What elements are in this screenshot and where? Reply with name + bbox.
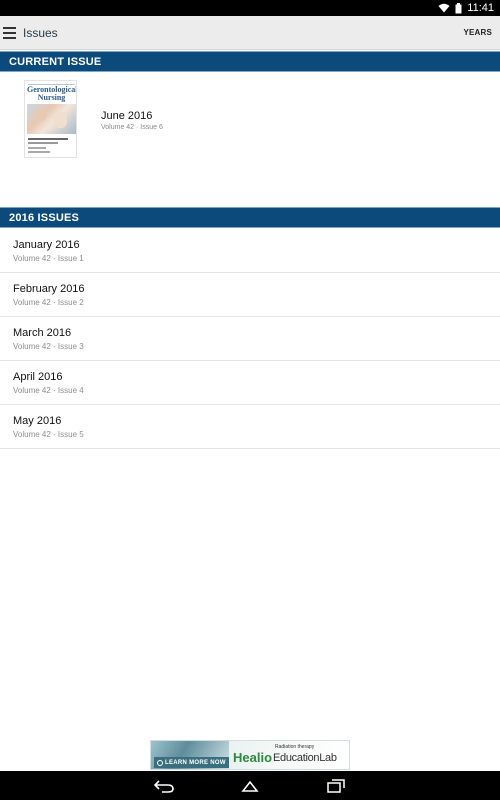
recents-icon[interactable] (323, 777, 349, 795)
issue-meta: Volume 42 · Issue 2 (13, 298, 84, 307)
ad-learn-more-button[interactable]: LEARN MORE NOW (154, 757, 229, 768)
list-item[interactable]: May 2016 Volume 42 · Issue 5 (0, 405, 500, 449)
app-title: Issues (23, 25, 58, 40)
app-bar: Issues YEARS (0, 16, 500, 50)
ad-cta-label: LEARN MORE NOW (165, 759, 226, 766)
issue-title: January 2016 (13, 239, 80, 251)
menu-icon[interactable] (3, 16, 23, 50)
current-issue-card[interactable]: Gerontological Nursing June 2016 Volume … (0, 72, 500, 207)
list-item[interactable]: January 2016 Volume 42 · Issue 1 (0, 229, 500, 273)
years-button[interactable]: YEARS (463, 28, 492, 37)
status-time: 11:41 (467, 2, 494, 14)
issue-meta: Volume 42 · Issue 5 (13, 430, 84, 439)
ad-product: EducationLab (273, 752, 337, 764)
current-issue-title: June 2016 (101, 110, 153, 122)
ad-banner[interactable]: LEARN MORE NOW Healio Radiation therapy … (150, 740, 350, 770)
current-issue-meta: Volume 42 · Issue 6 (101, 124, 163, 131)
current-issue-header: CURRENT ISSUE (0, 51, 500, 72)
issue-list: January 2016 Volume 42 · Issue 1 Februar… (0, 229, 500, 449)
ad-subtitle: Radiation therapy (275, 744, 315, 750)
status-bar: 11:41 (0, 0, 500, 16)
back-icon[interactable] (151, 777, 177, 795)
ad-brand: Healio (233, 750, 273, 765)
issue-title: May 2016 (13, 415, 62, 427)
cover-masthead: Gerontological Nursing (27, 85, 77, 102)
play-icon (157, 759, 163, 766)
home-icon[interactable] (237, 777, 263, 795)
issue-title: April 2016 (13, 371, 63, 383)
issue-title: March 2016 (13, 327, 72, 339)
list-item[interactable]: February 2016 Volume 42 · Issue 2 (0, 273, 500, 317)
year-issues-header: 2016 ISSUES (0, 207, 500, 228)
issue-title: February 2016 (13, 283, 85, 295)
list-item[interactable]: April 2016 Volume 42 · Issue 4 (0, 361, 500, 405)
system-nav-bar (0, 771, 500, 800)
wifi-icon (438, 3, 450, 13)
list-item[interactable]: March 2016 Volume 42 · Issue 3 (0, 317, 500, 361)
issue-meta: Volume 42 · Issue 4 (13, 386, 84, 395)
battery-icon (455, 2, 462, 14)
issue-meta: Volume 42 · Issue 3 (13, 342, 84, 351)
issue-meta: Volume 42 · Issue 1 (13, 254, 84, 263)
issue-cover-image[interactable]: Gerontological Nursing (24, 80, 77, 158)
